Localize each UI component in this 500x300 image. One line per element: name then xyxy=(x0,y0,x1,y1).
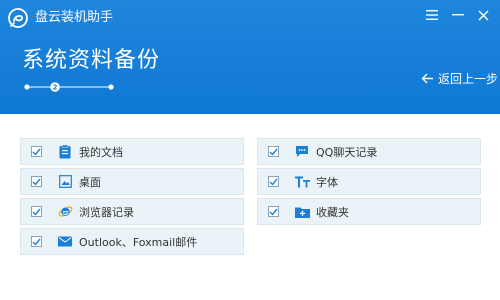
mail-icon xyxy=(57,234,73,250)
close-icon xyxy=(478,10,488,20)
chat-icon xyxy=(294,144,310,160)
backup-item-desktop[interactable]: 桌面 xyxy=(20,168,244,195)
backup-item-fonts[interactable]: 字体 xyxy=(257,168,481,195)
checkbox[interactable] xyxy=(31,206,42,217)
item-label: 我的文档 xyxy=(79,145,123,159)
checkbox[interactable] xyxy=(268,146,279,157)
step-dot-1 xyxy=(24,84,30,90)
backup-item-favorites[interactable]: 收藏夹 xyxy=(257,198,481,225)
checkbox[interactable] xyxy=(31,176,42,187)
current-step-number: 2 xyxy=(53,84,58,92)
close-button[interactable] xyxy=(474,6,492,24)
checkbox[interactable] xyxy=(268,176,279,187)
ie-browser-icon xyxy=(57,204,73,220)
backup-item-documents[interactable]: 我的文档 xyxy=(20,138,244,165)
item-label: 字体 xyxy=(316,175,338,189)
item-label: QQ聊天记录 xyxy=(316,145,378,159)
favorites-folder-icon xyxy=(294,204,310,220)
backup-item-browser-history[interactable]: 浏览器记录 xyxy=(20,198,244,225)
title-bar: 盘云装机助手 xyxy=(0,0,500,36)
item-label: 浏览器记录 xyxy=(79,205,134,219)
app-logo-icon xyxy=(7,7,29,29)
document-icon xyxy=(57,144,73,160)
step-dot-3 xyxy=(108,84,114,90)
minimize-icon xyxy=(452,14,464,16)
menu-button[interactable] xyxy=(423,6,441,24)
item-label: 收藏夹 xyxy=(316,205,349,219)
backup-item-qq-chat[interactable]: QQ聊天记录 xyxy=(257,138,481,165)
arrow-left-icon xyxy=(421,73,433,83)
header-banner: 盘云装机助手 系统资料备份 2 返回上一步 xyxy=(0,0,500,114)
minimize-button[interactable] xyxy=(449,6,467,24)
font-icon xyxy=(294,174,310,190)
item-label: 桌面 xyxy=(79,175,101,189)
checkbox[interactable] xyxy=(31,236,42,247)
desktop-icon xyxy=(57,174,73,190)
item-label: Outlook、Foxmail邮件 xyxy=(79,235,198,249)
back-button[interactable]: 返回上一步 xyxy=(421,70,498,86)
checkbox[interactable] xyxy=(268,206,279,217)
hamburger-icon xyxy=(426,10,438,20)
page-title: 系统资料备份 xyxy=(22,48,161,73)
back-label: 返回上一步 xyxy=(438,71,499,86)
backup-item-mail[interactable]: Outlook、Foxmail邮件 xyxy=(20,228,244,255)
checkbox[interactable] xyxy=(31,146,42,157)
step-progress-indicator: 2 xyxy=(24,77,114,92)
app-title: 盘云装机助手 xyxy=(35,10,114,25)
